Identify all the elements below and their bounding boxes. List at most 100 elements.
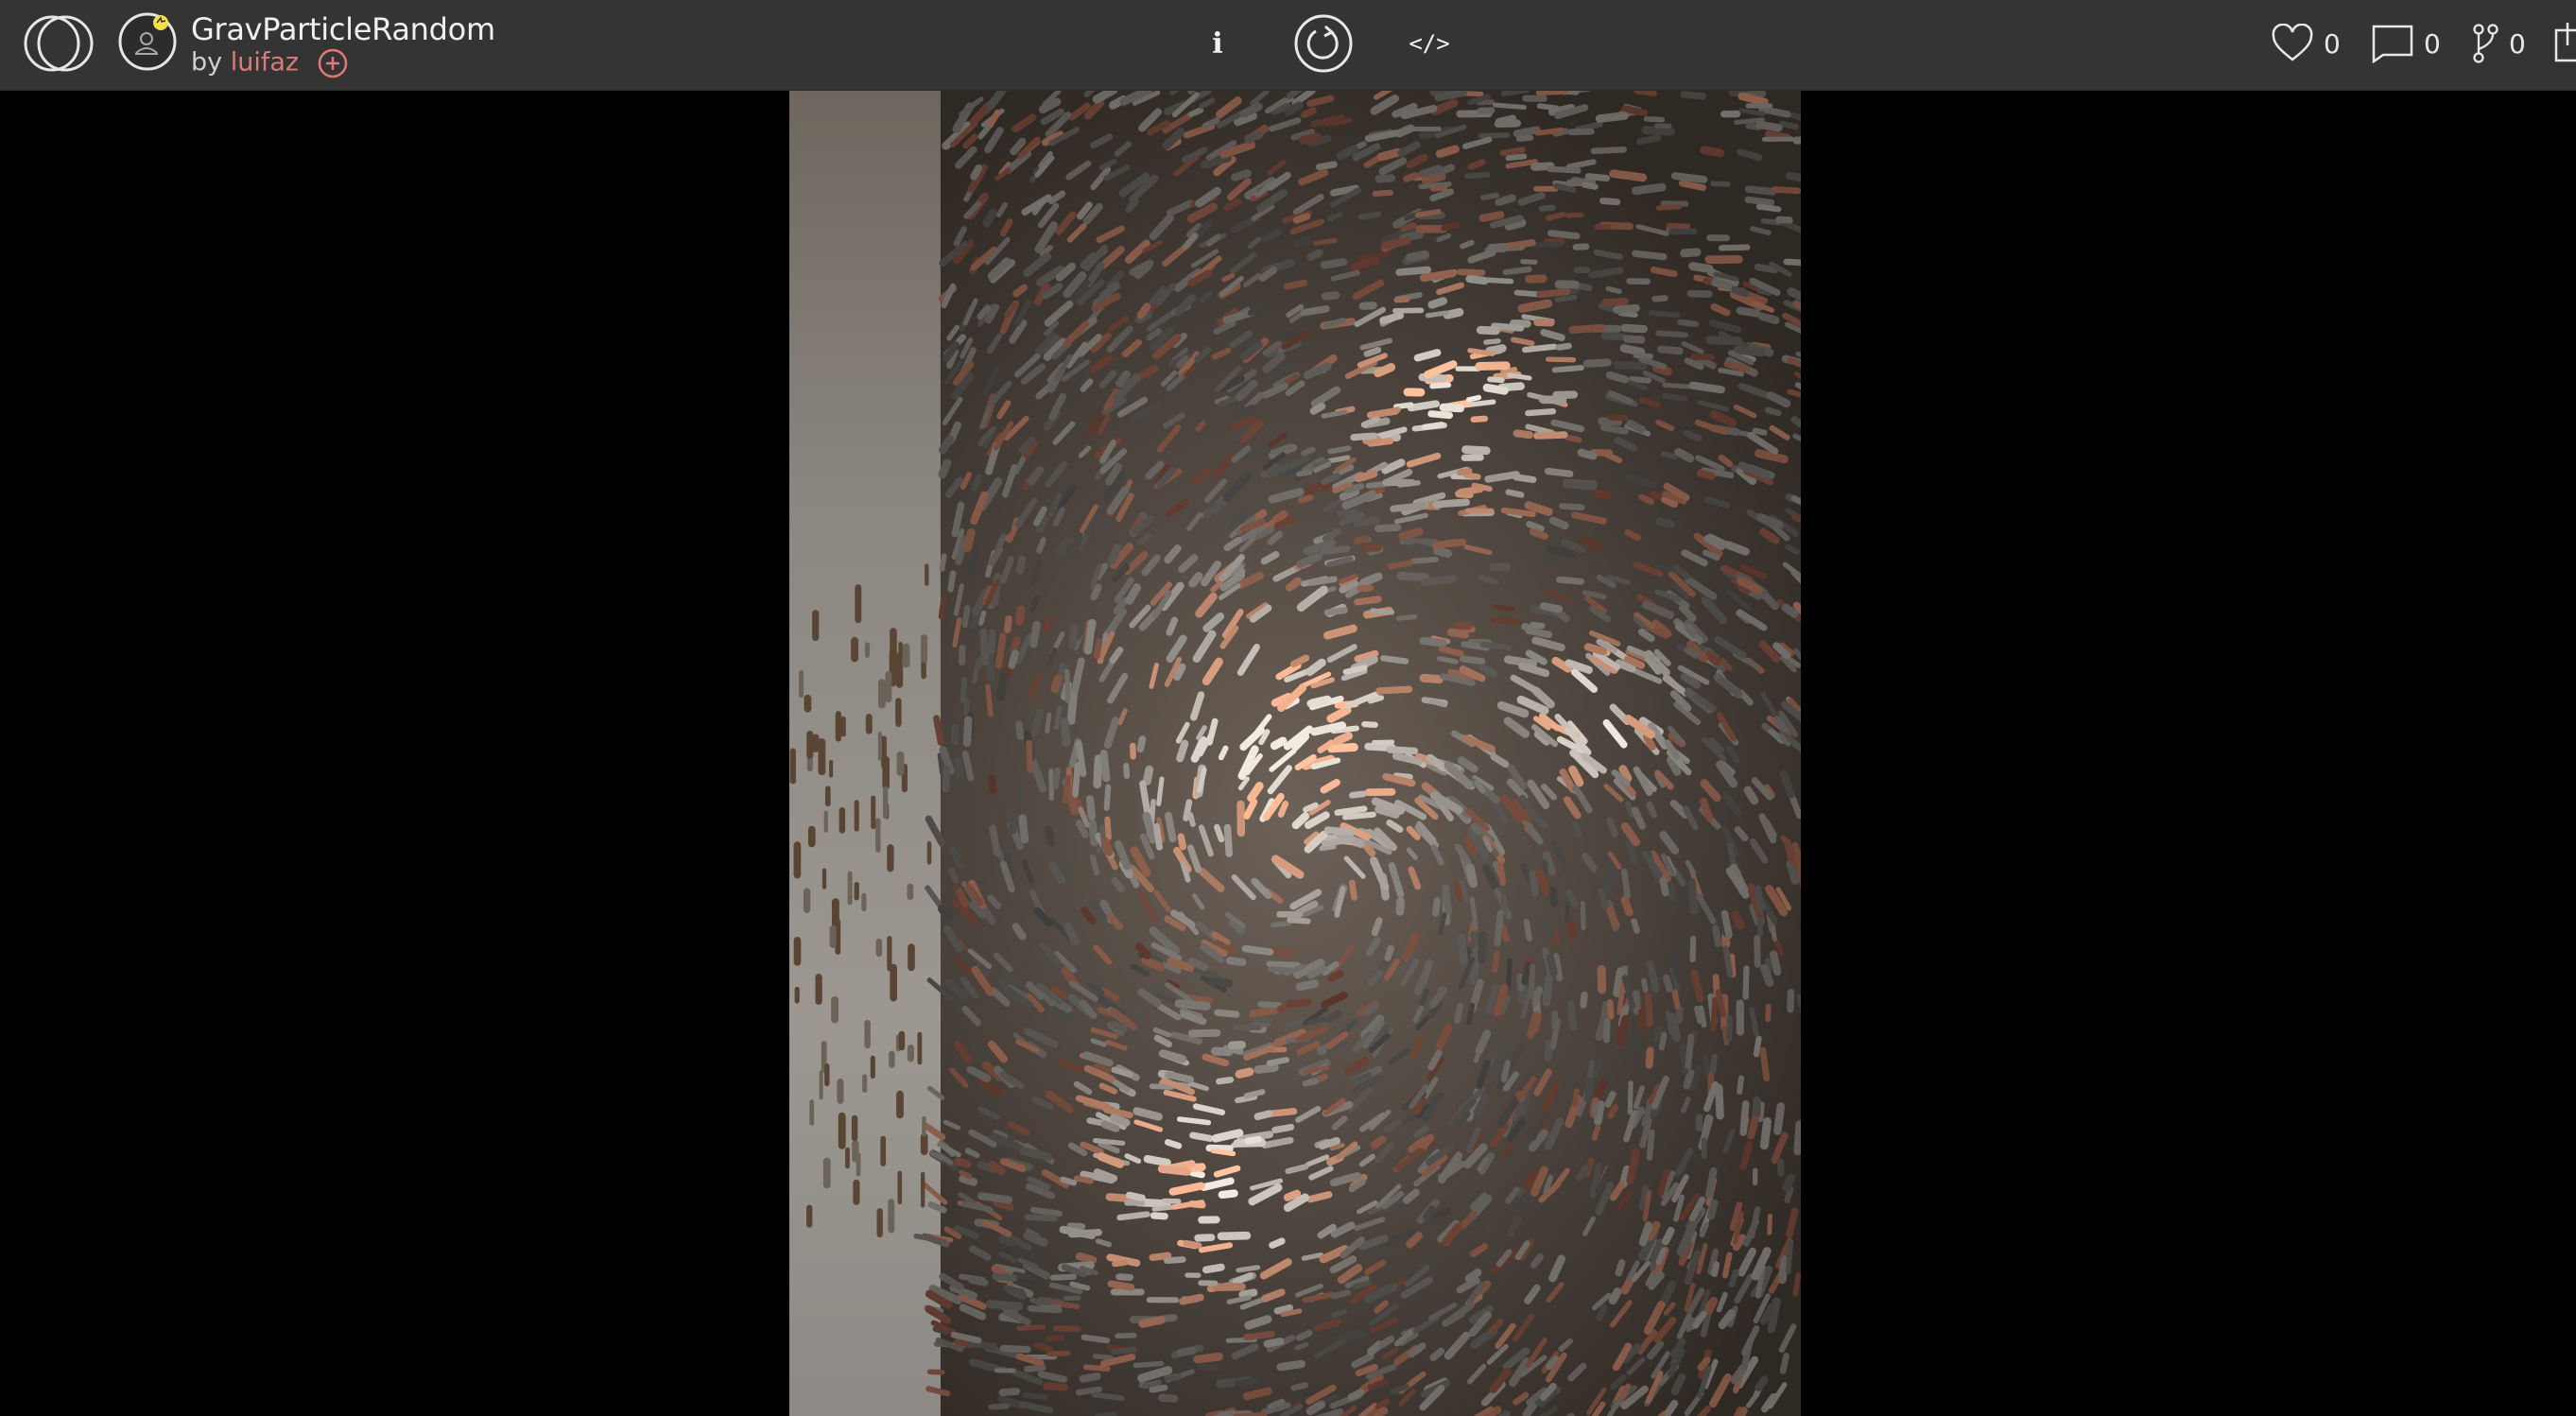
particle-strand	[1421, 173, 1446, 185]
particle-strand	[1374, 363, 1396, 378]
particle-strand	[1313, 237, 1338, 246]
particle-strand	[1564, 434, 1582, 443]
particle-strand	[1478, 132, 1511, 139]
particle-strand	[1661, 392, 1688, 402]
particle-strand	[1711, 278, 1733, 290]
plus-circle-icon[interactable]	[317, 47, 349, 79]
particle-strand	[1295, 979, 1320, 992]
particle-strand	[1559, 503, 1585, 511]
particle-strand	[1710, 181, 1731, 187]
particle-strand	[1390, 502, 1427, 512]
particle-strand	[1244, 131, 1264, 143]
particle-strand	[1533, 241, 1564, 248]
particle-strand	[1115, 1273, 1134, 1281]
particle-strand	[1684, 647, 1700, 659]
particle-strand	[1072, 762, 1081, 798]
particle-strand	[1431, 897, 1441, 917]
particle-strand	[1253, 1016, 1273, 1025]
particle-strand	[1283, 328, 1303, 340]
particle-strand	[1540, 329, 1565, 341]
particle-strand	[1409, 556, 1439, 564]
particle-strand	[1769, 950, 1782, 976]
particle-strand	[1588, 267, 1624, 279]
particle-strand	[1347, 1389, 1365, 1401]
particle-strand	[1379, 311, 1405, 324]
likes-count: 0	[2324, 27, 2341, 60]
particle-strand	[1187, 812, 1196, 827]
particle-strand	[1320, 258, 1348, 269]
particle-strand	[1712, 924, 1722, 948]
heart-icon	[2272, 24, 2313, 61]
particle-strand	[1266, 1057, 1290, 1066]
particle-strand	[1242, 1387, 1272, 1401]
particle-strand	[1753, 1035, 1762, 1058]
particle-strand	[992, 1272, 1018, 1283]
particle-strand	[1626, 420, 1646, 434]
particle-strand	[1539, 602, 1564, 613]
particle-strand	[1443, 895, 1453, 916]
particle-strand	[1092, 1353, 1114, 1361]
particle-strand	[969, 612, 981, 630]
particle-strand	[961, 605, 971, 629]
share-button[interactable]	[2549, 19, 2576, 68]
author-link[interactable]: luifaz	[231, 48, 299, 78]
particle-strand	[1269, 1237, 1286, 1249]
particle-strand	[1092, 1391, 1125, 1401]
particle-strand	[1100, 1120, 1120, 1132]
particle-strand	[1641, 126, 1676, 136]
particle-strand	[1276, 1359, 1305, 1372]
particle-strand	[1744, 196, 1775, 206]
likes-stat[interactable]: 0	[2271, 19, 2341, 68]
particle-strand	[1139, 780, 1151, 816]
particle-strand	[1100, 837, 1114, 856]
particle-strand	[1470, 415, 1489, 423]
info-button[interactable]: i	[1199, 9, 1236, 78]
particle-strand	[1305, 1016, 1326, 1026]
particle-strand	[1754, 885, 1766, 912]
particle-strand	[1490, 616, 1522, 625]
particle-strand	[1636, 134, 1662, 146]
particle-strand	[1621, 556, 1637, 563]
particle-strand	[1395, 613, 1418, 621]
particle-strand	[1017, 775, 1027, 809]
particle-strand	[1015, 720, 1025, 741]
particle-strand	[1478, 930, 1487, 964]
particle-strand	[1583, 1075, 1595, 1103]
particle-strand	[1679, 180, 1707, 191]
sketch-canvas[interactable]	[789, 91, 1801, 1416]
user-avatar-icon[interactable]	[117, 11, 178, 72]
particle-strand	[1644, 993, 1653, 1027]
code-button[interactable]: </>	[1409, 9, 1450, 78]
particle-strand	[1483, 338, 1501, 345]
particle-strand	[1386, 746, 1419, 755]
particle-strand	[1613, 303, 1640, 314]
particle-strand	[1286, 998, 1313, 1008]
particle-strand	[1082, 1364, 1111, 1372]
reload-button[interactable]	[1293, 9, 1354, 78]
comments-stat[interactable]: 0	[2371, 19, 2441, 68]
particle-strand	[1668, 882, 1676, 902]
openprocessing-logo-icon[interactable]	[23, 13, 95, 74]
particle-strand	[1615, 1259, 1626, 1277]
particle-strand	[1730, 910, 1745, 930]
forks-stat[interactable]: 0	[2471, 19, 2526, 68]
particle-strand	[1668, 1012, 1681, 1043]
particle-strand	[1115, 1332, 1137, 1339]
particle-strand	[1555, 342, 1572, 351]
particle-strand	[1551, 365, 1584, 373]
particle-strand	[1598, 417, 1623, 426]
particle-strand	[1757, 312, 1780, 324]
particle-strand	[1319, 844, 1337, 852]
particle-strand	[1577, 448, 1598, 460]
particle-strand	[1534, 127, 1565, 136]
particle-strand	[1357, 211, 1382, 220]
particle-strand	[1406, 250, 1429, 262]
particle-strand	[1284, 101, 1304, 116]
particle-strand	[1710, 996, 1719, 1032]
particle-strand	[1781, 603, 1799, 618]
particle-strand	[1728, 1269, 1739, 1288]
particle-strand	[1435, 145, 1460, 159]
particle-strand	[1529, 527, 1548, 540]
particle-strand	[1513, 126, 1541, 138]
particle-strand	[1380, 236, 1412, 250]
